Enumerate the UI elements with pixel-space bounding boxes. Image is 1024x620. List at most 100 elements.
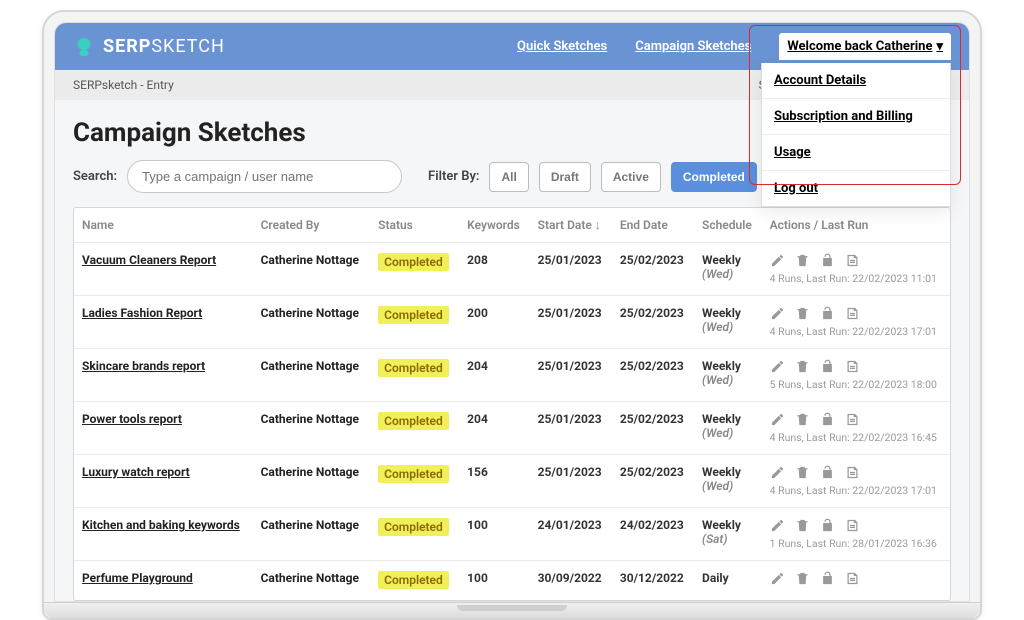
- unlock-icon[interactable]: [820, 465, 835, 480]
- plan-label: SERPsketch - Entry: [73, 78, 174, 92]
- created-by: Catherine Nottage: [253, 243, 371, 296]
- start-date: 25/01/2023: [530, 349, 612, 402]
- unlock-icon[interactable]: [820, 412, 835, 427]
- campaigns-table-wrap: Name Created By Status Keywords Start Da…: [73, 207, 951, 601]
- campaign-name-link[interactable]: Perfume Playground: [82, 571, 193, 585]
- user-welcome-text: Welcome back Catherine: [787, 39, 932, 54]
- created-by: Catherine Nottage: [253, 508, 371, 561]
- brand-logo[interactable]: SERPSKETCH: [73, 36, 225, 58]
- action-icons: [770, 253, 942, 268]
- col-end-date[interactable]: End Date: [612, 208, 694, 243]
- edit-icon[interactable]: [770, 359, 785, 374]
- filter-label: Filter By:: [428, 169, 479, 184]
- edit-icon[interactable]: [770, 465, 785, 480]
- col-status[interactable]: Status: [370, 208, 459, 243]
- trash-icon[interactable]: [795, 306, 810, 321]
- nav-campaign-sketches[interactable]: Campaign Sketches: [635, 39, 751, 54]
- table-row: Kitchen and baking keywords Catherine Not…: [74, 508, 950, 561]
- created-by: Catherine Nottage: [253, 455, 371, 508]
- keywords-count: 204: [459, 402, 529, 455]
- last-run-text: 1 Runs, Last Run: 28/01/2023 16:36: [770, 537, 942, 550]
- trash-icon[interactable]: [795, 412, 810, 427]
- campaign-name-link[interactable]: Skincare brands report: [82, 359, 205, 373]
- last-run-text: 5 Runs, Last Run: 22/02/2023 18:00: [770, 378, 942, 391]
- status-badge: Completed: [378, 412, 449, 430]
- edit-icon[interactable]: [770, 412, 785, 427]
- end-date: 30/12/2022: [612, 561, 694, 601]
- start-date: 25/01/2023: [530, 243, 612, 296]
- nav-quick-sketches[interactable]: Quick Sketches: [517, 39, 607, 54]
- dropdown-account[interactable]: Account Details: [762, 63, 950, 99]
- app-screen: SERPSKETCH Quick Sketches Campaign Sketc…: [54, 22, 970, 602]
- unlock-icon[interactable]: [820, 518, 835, 533]
- user-dropdown: Account Details Subscription and Billing…: [761, 63, 951, 207]
- search-label: Search:: [73, 169, 117, 184]
- campaign-name-link[interactable]: Kitchen and baking keywords: [82, 518, 240, 532]
- unlock-icon[interactable]: [820, 571, 835, 586]
- laptop-base: [44, 602, 980, 618]
- edit-icon[interactable]: [770, 571, 785, 586]
- user-menu-trigger[interactable]: Welcome back Catherine ▾: [779, 33, 951, 60]
- trash-icon[interactable]: [795, 518, 810, 533]
- report-icon[interactable]: [845, 412, 860, 427]
- action-icons: [770, 465, 942, 480]
- col-start-date[interactable]: Start Date: [530, 208, 612, 243]
- dropdown-usage[interactable]: Usage: [762, 135, 950, 171]
- unlock-icon[interactable]: [820, 253, 835, 268]
- col-name[interactable]: Name: [74, 208, 253, 243]
- created-by: Catherine Nottage: [253, 296, 371, 349]
- col-keywords[interactable]: Keywords: [459, 208, 529, 243]
- unlock-icon[interactable]: [820, 359, 835, 374]
- status-badge: Completed: [378, 571, 449, 589]
- search-input[interactable]: [127, 160, 402, 193]
- report-icon[interactable]: [845, 359, 860, 374]
- action-icons: [770, 571, 942, 586]
- brand-icon: [73, 36, 95, 58]
- action-icons: [770, 412, 942, 427]
- status-badge: Completed: [378, 359, 449, 377]
- col-created-by[interactable]: Created By: [253, 208, 371, 243]
- filter-draft[interactable]: Draft: [539, 162, 591, 192]
- report-icon[interactable]: [845, 465, 860, 480]
- report-icon[interactable]: [845, 571, 860, 586]
- col-actions[interactable]: Actions / Last Run: [762, 208, 950, 243]
- edit-icon[interactable]: [770, 253, 785, 268]
- trash-icon[interactable]: [795, 359, 810, 374]
- filter-active[interactable]: Active: [601, 162, 661, 192]
- caret-down-icon: ▾: [936, 39, 943, 54]
- edit-icon[interactable]: [770, 518, 785, 533]
- table-row: Skincare brands reportCatherine NottageC…: [74, 349, 950, 402]
- status-badge: Completed: [378, 465, 449, 483]
- keywords-count: 200: [459, 296, 529, 349]
- dropdown-billing[interactable]: Subscription and Billing: [762, 99, 950, 135]
- col-schedule[interactable]: Schedule: [694, 208, 762, 243]
- table-row: Luxury watch report Catherine Nottage Comp…: [74, 455, 950, 508]
- status-badge: Completed: [378, 306, 449, 324]
- table-row: Power tools report Catherine Nottage Compl…: [74, 402, 950, 455]
- campaign-name-link[interactable]: Ladies Fashion Report: [82, 306, 202, 320]
- trash-icon[interactable]: [795, 571, 810, 586]
- filter-all[interactable]: All: [489, 162, 528, 192]
- trash-icon[interactable]: [795, 465, 810, 480]
- dropdown-logout[interactable]: Log out: [762, 171, 950, 206]
- edit-icon[interactable]: [770, 306, 785, 321]
- filter-completed[interactable]: Completed: [671, 162, 757, 192]
- end-date: 25/02/2023: [612, 243, 694, 296]
- last-run-text: 4 Runs, Last Run: 22/02/2023 17:01: [770, 325, 942, 338]
- schedule: Weekly(Wed): [694, 349, 762, 402]
- report-icon[interactable]: [845, 518, 860, 533]
- schedule: Weekly(Sat): [694, 508, 762, 561]
- report-icon[interactable]: [845, 253, 860, 268]
- created-by: Catherine Nottage: [253, 402, 371, 455]
- campaign-name-link[interactable]: Luxury watch report: [82, 465, 190, 479]
- end-date: 24/02/2023: [612, 508, 694, 561]
- topbar: SERPSKETCH Quick Sketches Campaign Sketc…: [55, 23, 969, 70]
- campaign-name-link[interactable]: Vacuum Cleaners Report: [82, 253, 216, 267]
- report-icon[interactable]: [845, 306, 860, 321]
- trash-icon[interactable]: [795, 253, 810, 268]
- campaign-name-link[interactable]: Power tools report: [82, 412, 182, 426]
- user-menu: Welcome back Catherine ▾ Account Details…: [779, 33, 951, 60]
- start-date: 25/01/2023: [530, 455, 612, 508]
- unlock-icon[interactable]: [820, 306, 835, 321]
- start-date: 25/01/2023: [530, 296, 612, 349]
